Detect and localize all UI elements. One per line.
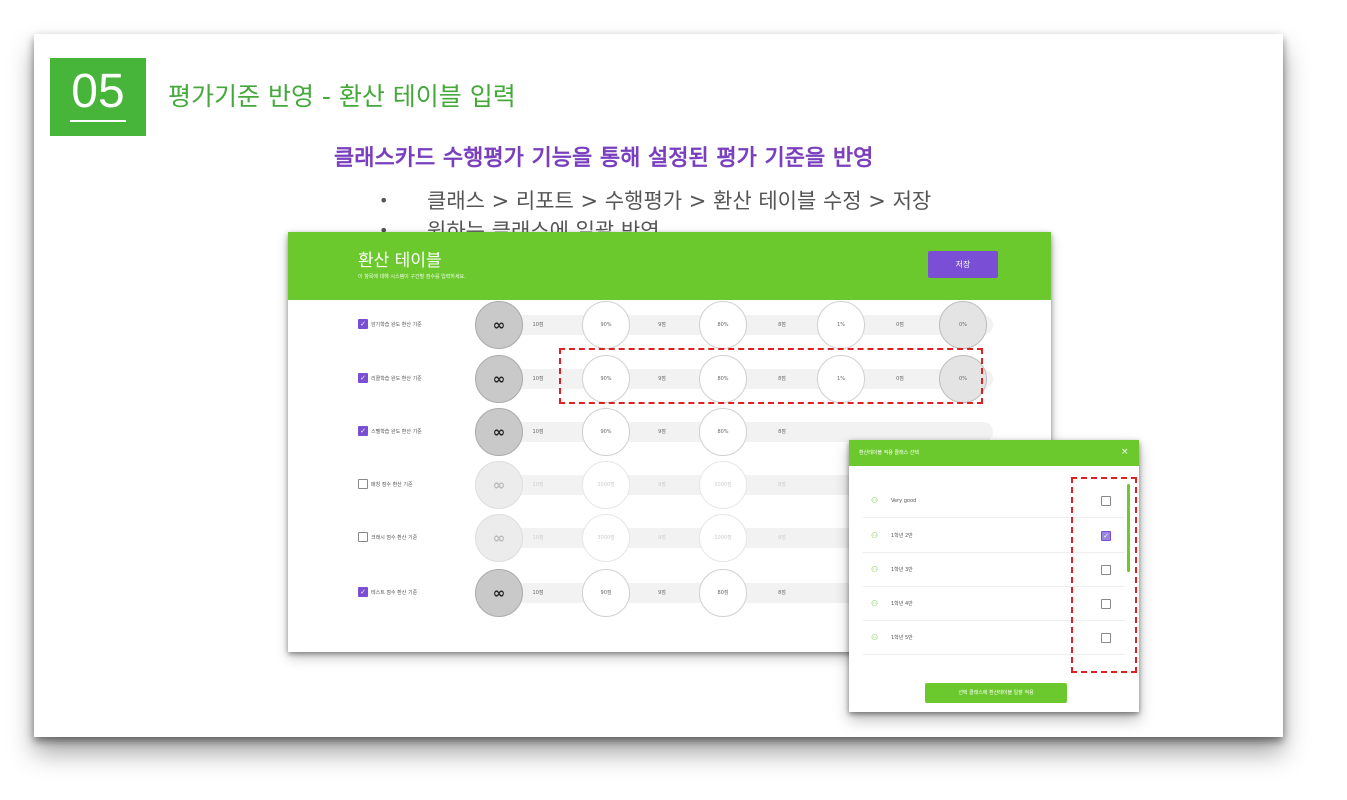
group-icon: ⚇ (871, 565, 879, 574)
apply-to-classes-button[interactable]: 선택 클래스에 환산테이블 일괄 적용 (925, 683, 1067, 703)
infinity-icon[interactable]: ∞ (475, 569, 523, 617)
slide-number-box: 05 (50, 58, 146, 136)
score-value[interactable]: 8점 (762, 427, 802, 437)
score-value[interactable]: 10점 (518, 320, 558, 330)
row-label-text: 매칭 점수 환산 기준 (371, 481, 413, 488)
row-label[interactable]: 매칭 점수 환산 기준 (358, 478, 413, 490)
slide-title: 평가기준 반영 - 환산 테이블 입력 (168, 82, 516, 111)
score-value[interactable]: 9점 (642, 533, 682, 543)
row-label-text: 암기학습 완도 환산 기준 (371, 321, 422, 328)
infinity-icon[interactable]: ∞ (475, 301, 523, 349)
highlight-box-checkboxes (1071, 477, 1137, 673)
infinity-icon[interactable]: ∞ (475, 514, 523, 562)
row-checkbox[interactable] (358, 532, 368, 542)
row-checkbox[interactable]: ✓ (358, 319, 368, 329)
row-label[interactable]: ✓ 리콜학습 완도 환산 기준 (358, 372, 422, 384)
threshold-circle[interactable]: 90% (582, 301, 630, 349)
bullet-item: • 클래스 > 리포트 > 수행평가 > 환산 테이블 수정 > 저장 (379, 186, 931, 216)
score-value[interactable]: 10점 (518, 533, 558, 543)
row-label-text: 리콜학습 완도 환산 기준 (371, 375, 422, 382)
score-value[interactable]: 10점 (518, 480, 558, 490)
threshold-circle[interactable]: 3000점 (582, 461, 630, 509)
score-value[interactable]: 9점 (642, 427, 682, 437)
score-value[interactable]: 10점 (518, 588, 558, 598)
bullet-dot-icon: • (379, 191, 389, 210)
score-value[interactable]: 10점 (518, 374, 558, 384)
group-icon: ⚇ (871, 531, 879, 540)
class-name: 1학년 4반 (891, 601, 913, 607)
threshold-circle[interactable]: 90점 (582, 569, 630, 617)
score-value[interactable]: 8점 (762, 533, 802, 543)
threshold-circle[interactable]: 80점 (699, 569, 747, 617)
slide-number: 05 (71, 65, 125, 118)
infinity-icon[interactable]: ∞ (475, 461, 523, 509)
threshold-circle[interactable]: 2000점 (699, 514, 747, 562)
row-label[interactable]: ✓ 스펠학습 완도 환산 기준 (358, 425, 422, 437)
group-icon: ⚇ (871, 633, 879, 642)
class-name: 1학년 2반 (891, 533, 913, 539)
threshold-circle[interactable]: 0% (939, 301, 987, 349)
panel-subtitle: 이 항목에 대해 시스템이 구간별 점수를 입력하세요. (358, 274, 466, 280)
row-checkbox[interactable]: ✓ (358, 373, 368, 383)
threshold-circle[interactable]: 1% (817, 301, 865, 349)
row-checkbox[interactable] (358, 479, 368, 489)
score-value[interactable]: 8점 (762, 588, 802, 598)
threshold-circle[interactable]: 2000점 (699, 461, 747, 509)
row-label-text: 크래시 점수 환산 기준 (371, 534, 418, 541)
panel-title: 환산 테이블 (358, 251, 442, 271)
class-name: 1학년 5반 (891, 635, 913, 641)
class-name: Very good (891, 498, 917, 504)
screenshot: 05 평가기준 반영 - 환산 테이블 입력 클래스카드 수행평가 기능을 통해… (0, 0, 1347, 800)
highlight-box-values (559, 348, 983, 404)
score-value[interactable]: 8점 (762, 320, 802, 330)
close-icon[interactable]: × (1121, 446, 1129, 458)
bullet-text: 클래스 > 리포트 > 수행평가 > 환산 테이블 수정 > 저장 (427, 189, 932, 213)
score-value[interactable]: 0점 (880, 320, 920, 330)
threshold-circle[interactable]: 80% (699, 408, 747, 456)
row-label[interactable]: ✓ 암기학습 완도 환산 기준 (358, 318, 422, 330)
score-value[interactable]: 10점 (518, 427, 558, 437)
score-value[interactable]: 9점 (642, 320, 682, 330)
score-value[interactable]: 9점 (642, 480, 682, 490)
conversion-row: ✓ 암기학습 완도 환산 기준 ∞ 10점 90% 9점 80% 8점 1% 0점 0% (288, 300, 1051, 350)
panel-header: 환산 테이블 이 항목에 대해 시스템이 구간별 점수를 입력하세요. 저장 (288, 232, 1051, 300)
row-label-text: 테스트 점수 환산 기준 (371, 589, 418, 596)
row-label[interactable]: 크래시 점수 환산 기준 (358, 531, 417, 543)
infinity-icon[interactable]: ∞ (475, 408, 523, 456)
threshold-circle[interactable]: 3000점 (582, 514, 630, 562)
save-button[interactable]: 저장 (928, 251, 998, 278)
row-label[interactable]: ✓ 테스트 점수 환산 기준 (358, 586, 417, 598)
slide-subheading: 클래스카드 수행평가 기능을 통해 설정된 평가 기준을 반영 (334, 146, 874, 171)
group-icon: ⚇ (871, 496, 879, 505)
row-checkbox[interactable]: ✓ (358, 587, 368, 597)
row-label-text: 스펠학습 완도 환산 기준 (371, 428, 422, 435)
modal-title: 환산테이블 적용 클래스 선택 (859, 450, 919, 456)
threshold-circle[interactable]: 90% (582, 408, 630, 456)
class-name: 1학년 3반 (891, 567, 913, 573)
group-icon: ⚇ (871, 599, 879, 608)
score-value[interactable]: 8점 (762, 480, 802, 490)
modal-header: 환산테이블 적용 클래스 선택 × (849, 440, 1139, 466)
score-value[interactable]: 9점 (642, 588, 682, 598)
slide-number-underline (70, 120, 126, 122)
row-checkbox[interactable]: ✓ (358, 426, 368, 436)
infinity-icon[interactable]: ∞ (475, 355, 523, 403)
threshold-circle[interactable]: 80% (699, 301, 747, 349)
